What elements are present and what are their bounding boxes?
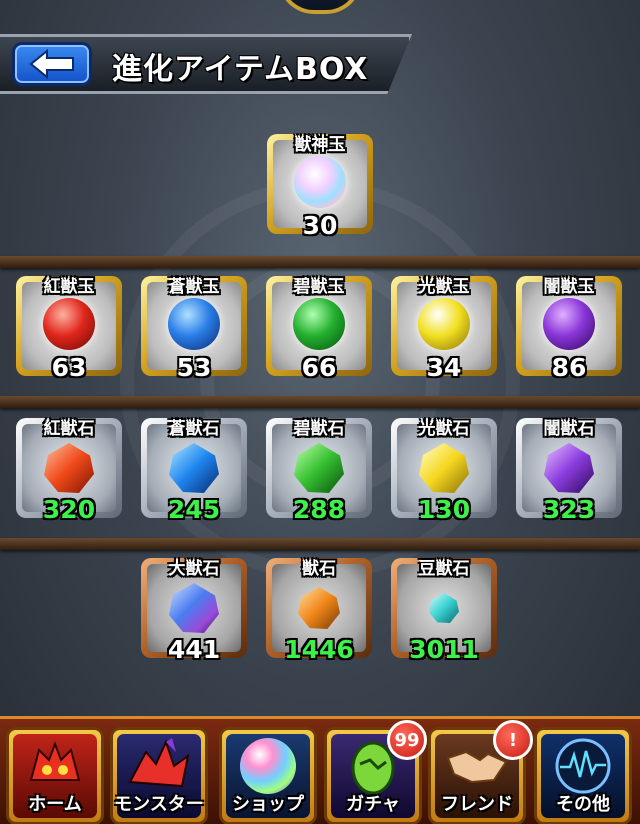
orange-gem-icon: [298, 587, 340, 629]
item-frame: 闇獣石 323: [522, 419, 616, 524]
nav-label: フレンド: [441, 794, 513, 815]
item-name: 闇獣石: [543, 419, 595, 439]
item-count: 66: [301, 353, 337, 382]
blue-gem-icon: [169, 443, 219, 493]
item-count: 53: [176, 353, 212, 382]
nav-shop-button[interactable]: ショップ: [219, 727, 317, 824]
item-count: 441: [167, 635, 221, 664]
item-count: 245: [167, 495, 221, 524]
nav-label: モンスター: [114, 794, 204, 815]
nav-monster-button[interactable]: モンスター: [110, 727, 208, 824]
item-name: 光獣玉: [418, 277, 470, 297]
shelf-divider: [0, 538, 640, 550]
item-name: 蒼獣玉: [168, 277, 220, 297]
nav-other-button[interactable]: その他: [534, 727, 632, 824]
gacha-count-badge: 99: [387, 720, 427, 760]
item-blue-stone[interactable]: 蒼獣石 245: [141, 418, 247, 524]
rainbow-orb-icon: [240, 737, 296, 794]
item-red-stone[interactable]: 紅獣石 320: [16, 418, 122, 524]
item-name: 碧獣石: [293, 419, 345, 439]
item-count: 320: [42, 495, 96, 524]
nav-friend-button[interactable]: フレンド !: [428, 720, 533, 824]
item-count: 3011: [409, 635, 479, 664]
shelf-divider: [0, 396, 640, 408]
item-frame: 蒼獣玉 53: [147, 277, 241, 382]
nav-label: ガチャ: [346, 794, 400, 815]
item-green-stone[interactable]: 碧獣石 288: [266, 418, 372, 524]
item-count: 130: [417, 495, 471, 524]
item-name: 大獣石: [168, 559, 220, 579]
item-frame: 蒼獣石 245: [147, 419, 241, 524]
item-count: 30: [302, 211, 338, 240]
back-button[interactable]: [12, 42, 92, 86]
small-gem-icon: [429, 593, 459, 623]
item-name: 碧獣玉: [293, 277, 345, 297]
item-dark-stone[interactable]: 闇獣石 323: [516, 418, 622, 524]
dragon-head-icon: [29, 741, 81, 781]
page-title: 進化アイテムBOX: [112, 52, 369, 87]
item-count: 86: [551, 353, 587, 382]
top-emblem: [278, 0, 362, 14]
header-bar: 進化アイテムBOX: [0, 28, 420, 98]
purple-orb-icon: [543, 298, 595, 351]
item-stone[interactable]: 獣石 1446: [266, 558, 372, 664]
item-frame: 闇獣玉 86: [522, 277, 616, 382]
green-gem-icon: [294, 443, 344, 493]
item-name: 獣石: [302, 559, 336, 579]
large-gem-icon: [169, 583, 219, 633]
red-orb-icon: [43, 298, 95, 351]
item-count: 1446: [284, 635, 354, 664]
item-large-stone[interactable]: 大獣石 441: [141, 558, 247, 664]
item-frame: 紅獣玉 63: [22, 277, 116, 382]
nav-label: その他: [556, 794, 610, 815]
nav-home-button[interactable]: ホーム: [6, 727, 104, 824]
item-count: 63: [51, 353, 87, 382]
arrow-left-icon: [29, 49, 74, 79]
item-light-stone[interactable]: 光獣石 130: [391, 418, 497, 524]
item-frame: 光獣玉 34: [397, 277, 491, 382]
red-gem-icon: [44, 443, 94, 493]
item-frame: 碧獣玉 66: [272, 277, 366, 382]
item-name: 紅獣石: [43, 419, 95, 439]
yellow-orb-icon: [418, 298, 470, 351]
rainbow-orb-icon: [294, 156, 346, 209]
item-count: 323: [542, 495, 596, 524]
item-blue-orb[interactable]: 蒼獣玉 53: [141, 276, 247, 382]
item-name: 豆獣石: [418, 559, 470, 579]
item-frame: 碧獣石 288: [272, 419, 366, 524]
item-light-orb[interactable]: 光獣玉 34: [391, 276, 497, 382]
item-frame: 紅獣石 320: [22, 419, 116, 524]
item-count: 34: [426, 353, 462, 382]
nav-label: ホーム: [28, 794, 82, 815]
item-name: 獣神玉: [294, 135, 346, 155]
purple-gem-icon: [544, 443, 594, 493]
item-frame: 大獣石 441: [147, 559, 241, 664]
item-name: 光獣石: [418, 419, 470, 439]
item-frame: 光獣石 130: [397, 419, 491, 524]
item-frame: 獣神玉 30: [273, 135, 367, 240]
item-green-orb[interactable]: 碧獣玉 66: [266, 276, 372, 382]
green-orb-icon: [293, 298, 345, 351]
item-name: 蒼獣石: [168, 419, 220, 439]
item-frame: 豆獣石 3011: [397, 559, 491, 664]
radar-icon: [555, 738, 611, 794]
nav-label: ショップ: [232, 794, 304, 815]
item-count: 288: [292, 495, 346, 524]
item-name: 闇獣玉: [543, 277, 595, 297]
friend-alert-badge: !: [493, 720, 533, 760]
item-frame: 獣石 1446: [272, 559, 366, 664]
item-special-orb[interactable]: 獣神玉 30: [267, 134, 373, 240]
item-small-stone[interactable]: 豆獣石 3011: [391, 558, 497, 664]
nav-gacha-button[interactable]: ガチャ 99: [324, 720, 427, 824]
item-red-orb[interactable]: 紅獣玉 63: [16, 276, 122, 382]
item-dark-orb[interactable]: 闇獣玉 86: [516, 276, 622, 382]
blue-orb-icon: [168, 298, 220, 351]
monster-icon: [128, 737, 190, 787]
shelf-divider: [0, 256, 640, 268]
bottom-nav-bar: ホーム モンスター ショップ ガチャ 99 フレンド ! その他: [0, 716, 640, 824]
yellow-gem-icon: [419, 443, 469, 493]
item-name: 紅獣玉: [43, 277, 95, 297]
